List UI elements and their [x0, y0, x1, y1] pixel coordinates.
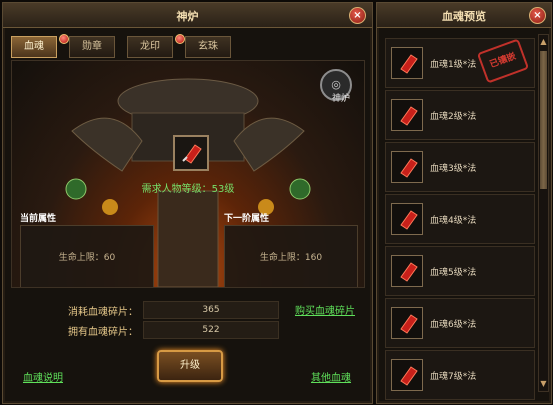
equipped-stamp: 已镶嵌	[476, 38, 530, 84]
scroll-thumb[interactable]	[540, 51, 547, 189]
blood-soul-gem-icon	[182, 144, 202, 164]
other-blood-soul-link[interactable]: 其他血魂	[311, 369, 351, 384]
scroll-down-icon[interactable]: ▼	[539, 379, 548, 389]
tab-medal[interactable]: 勋章	[69, 36, 115, 58]
window-title: 神炉	[176, 10, 199, 23]
tab-dragon-seal[interactable]: 龙印	[127, 36, 173, 58]
consume-label: 消耗血魂碎片：	[68, 307, 138, 318]
item-name: 血魂1级*法	[430, 60, 477, 70]
consume-value: 365	[143, 301, 279, 319]
scrollbar[interactable]: ▲ ▼	[538, 34, 549, 392]
furnace-scene: ◎ 神炉 需求人物等级：53级 当前属性 下一阶属性 生命上限：60 生命上限：…	[11, 60, 365, 288]
blood-soul-gem-icon	[391, 203, 423, 235]
furnace-window: 神炉 × 血魂 勋章 龙印 玄珠 ◎ 神炉 需求人物等级：53级 当前属性 下一…	[2, 2, 373, 404]
item-slot[interactable]	[173, 135, 209, 171]
preview-list: 血魂1级*法 已镶嵌 血魂2级*法 血魂3级*法 血魂4级*法 血魂5级*法 血…	[385, 38, 535, 400]
blood-soul-gem-icon	[391, 359, 423, 391]
next-attr-panel: 生命上限：160	[224, 225, 358, 287]
tab-blood-soul[interactable]: 血魂	[11, 36, 57, 58]
own-value: 522	[143, 321, 279, 339]
list-item[interactable]: 血魂4级*法	[385, 194, 535, 244]
next-attr-value: 生命上限：160	[259, 253, 323, 263]
list-item[interactable]: 血魂3级*法	[385, 142, 535, 192]
notification-dot-icon	[59, 34, 69, 44]
own-row: 拥有血魂碎片： 522	[68, 321, 279, 339]
item-name: 血魂6级*法	[430, 320, 477, 330]
preview-window: 血魂预览 × 血魂1级*法 已镶嵌 血魂2级*法 血魂3级*法 血魂4级*法 血…	[376, 2, 552, 404]
blood-soul-gem-icon	[391, 151, 423, 183]
own-label: 拥有血魂碎片：	[68, 327, 138, 338]
blood-soul-gem-icon	[391, 99, 423, 131]
close-icon[interactable]: ×	[349, 7, 366, 24]
tab-mystic-orb[interactable]: 玄珠	[185, 36, 231, 58]
list-item[interactable]: 血魂6级*法	[385, 298, 535, 348]
list-item[interactable]: 血魂5级*法	[385, 246, 535, 296]
level-requirement: 需求人物等级：53级	[141, 184, 235, 195]
help-link[interactable]: 血魂说明	[23, 369, 63, 384]
blood-soul-gem-icon	[391, 47, 423, 79]
list-item[interactable]: 血魂7级*法	[385, 350, 535, 400]
close-icon[interactable]: ×	[529, 7, 546, 24]
next-attr-title: 下一阶属性	[224, 214, 270, 224]
current-attr-panel: 生命上限：60	[20, 225, 154, 287]
item-name: 血魂2级*法	[430, 112, 477, 122]
emblem-label: 神炉	[331, 94, 350, 104]
item-name: 血魂5级*法	[430, 268, 477, 278]
blood-soul-gem-icon	[391, 307, 423, 339]
item-name: 血魂3级*法	[430, 164, 477, 174]
buy-fragments-link[interactable]: 购买血魂碎片	[295, 302, 355, 317]
notification-dot-icon	[175, 34, 185, 44]
title-bar: 神炉 ×	[3, 3, 372, 28]
title-bar: 血魂预览 ×	[377, 3, 551, 28]
upgrade-button[interactable]: 升级	[157, 350, 223, 382]
item-name: 血魂7级*法	[430, 372, 477, 382]
consume-row: 消耗血魂碎片： 365	[68, 301, 279, 319]
window-title: 血魂预览	[442, 10, 486, 23]
current-attr-value: 生命上限：60	[58, 253, 116, 263]
scroll-up-icon[interactable]: ▲	[539, 37, 548, 47]
list-item[interactable]: 血魂2级*法	[385, 90, 535, 140]
list-item[interactable]: 血魂1级*法 已镶嵌	[385, 38, 535, 88]
current-attr-title: 当前属性	[20, 214, 57, 224]
blood-soul-gem-icon	[391, 255, 423, 287]
item-name: 血魂4级*法	[430, 216, 477, 226]
